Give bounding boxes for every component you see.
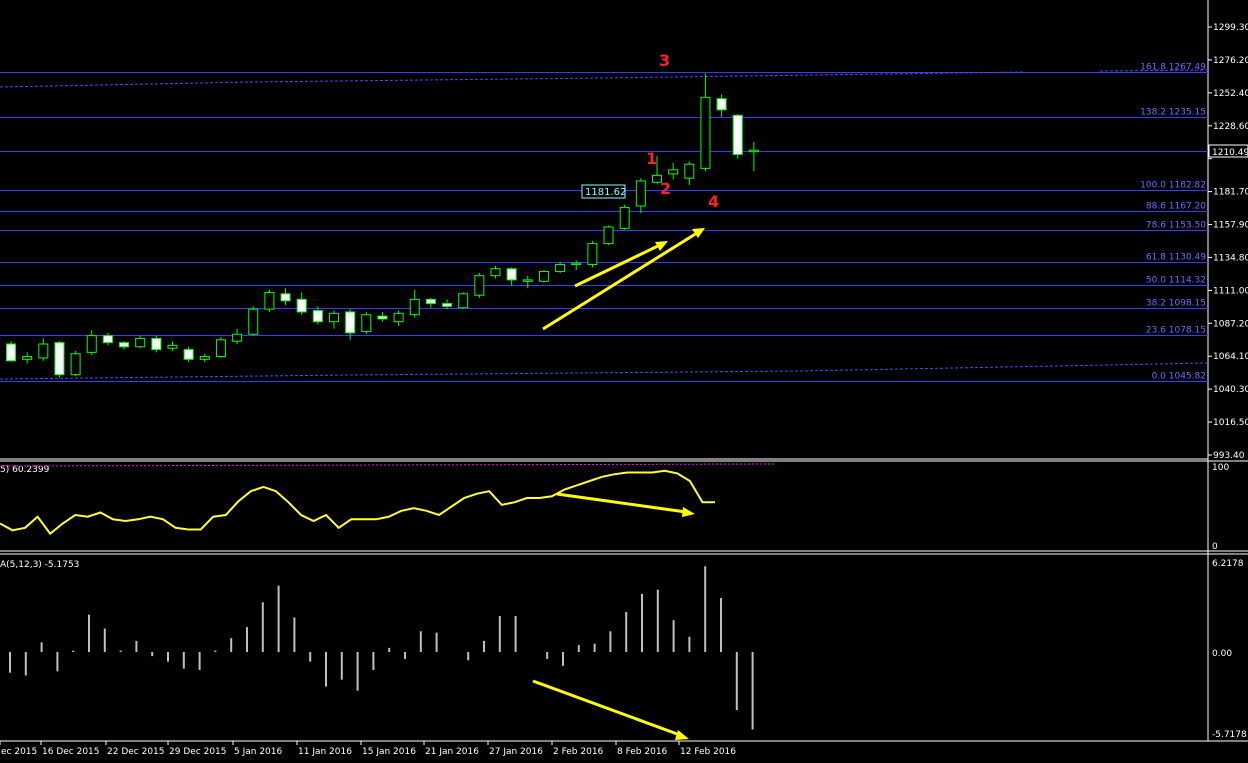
candle-body xyxy=(6,343,16,362)
candle-body xyxy=(377,315,388,320)
price-tag-label: 1181.62 xyxy=(585,187,626,198)
candle-body xyxy=(215,339,226,358)
candle-body xyxy=(22,356,33,360)
candle-body xyxy=(619,206,630,229)
candle-body xyxy=(684,163,695,179)
wave-label-2: 2 xyxy=(660,179,671,198)
histogram-header: A(5,12,3) -5.1753 xyxy=(0,560,79,570)
wave-label-4: 4 xyxy=(708,192,719,211)
fib-level-label: 0.0 1045.82 xyxy=(1152,372,1206,382)
time-axis-label: 2 Feb 2016 xyxy=(553,747,604,757)
price-axis-label: 1157.90 xyxy=(1213,221,1248,231)
candle-body xyxy=(102,335,113,344)
histogram-axis-top: 6.2178 xyxy=(1212,559,1244,569)
fib-level-label: 78.6 1153.50 xyxy=(1146,221,1206,231)
candle-body xyxy=(167,344,178,349)
current-price-label: 1210.49 xyxy=(1212,148,1248,158)
price-axis-label: 1064.10 xyxy=(1213,352,1248,362)
candle-body xyxy=(280,293,291,302)
candle-body xyxy=(345,311,356,334)
candle-body xyxy=(635,180,646,207)
wave-label-3: 3 xyxy=(659,51,670,70)
time-axis-label: 5 Jan 2016 xyxy=(234,747,282,757)
candle-body xyxy=(264,291,275,310)
rsi-axis-top: 100 xyxy=(1212,463,1229,473)
candle-body xyxy=(506,268,517,281)
candle-body xyxy=(716,98,727,111)
candle-body xyxy=(458,293,469,309)
wave-label-1: 1 xyxy=(646,149,657,168)
price-axis-label: 993.40 xyxy=(1213,451,1245,461)
price-axis-label: 1276.20 xyxy=(1213,56,1248,66)
candle-body xyxy=(490,268,501,277)
time-axis-label: 16 Dec 2015 xyxy=(42,747,100,757)
candle-body xyxy=(361,314,372,332)
time-axis-label: 21 Jan 2016 xyxy=(425,747,479,757)
candle-body xyxy=(668,169,679,175)
time-axis-label: 27 Jan 2016 xyxy=(489,747,543,757)
candle-body xyxy=(329,312,339,323)
time-axis-label: 22 Dec 2015 xyxy=(107,747,165,757)
candle-body xyxy=(603,226,614,245)
fib-level-label: 138.2 1235.15 xyxy=(1140,108,1206,118)
candle-body xyxy=(409,298,420,316)
candle-body xyxy=(248,308,259,335)
fib-level-label: 50.0 1114.32 xyxy=(1146,276,1206,286)
price-axis-label: 1181.70 xyxy=(1213,188,1248,198)
time-axis-label: 15 Jan 2016 xyxy=(362,747,416,757)
candle-body xyxy=(425,298,436,305)
time-axis-label: 12 Feb 2016 xyxy=(680,747,736,757)
trading-chart[interactable]: 161.8 1267.49138.2 1235.15100.0 1182.828… xyxy=(0,0,1248,763)
price-axis-label: 1252.40 xyxy=(1213,89,1248,99)
fib-level-label: 23.6 1078.15 xyxy=(1146,326,1206,336)
time-axis-label: 11 Jan 2016 xyxy=(298,747,352,757)
rsi-header: 5) 60.2399 xyxy=(0,465,50,475)
price-axis-label: 1228.60 xyxy=(1213,122,1248,132)
candle-body xyxy=(393,312,404,323)
candle-body xyxy=(538,271,549,282)
candle-body xyxy=(571,262,582,266)
histogram-axis-mid: 0.00 xyxy=(1212,649,1232,659)
price-axis-label: 1040.30 xyxy=(1213,385,1248,395)
time-axis-label: ec 2015 xyxy=(1,747,37,757)
time-axis-label: 29 Dec 2015 xyxy=(169,747,227,757)
candle-body xyxy=(296,298,307,313)
candle-body xyxy=(555,264,566,273)
candle-body xyxy=(86,335,97,353)
candle-body xyxy=(732,114,743,155)
price-axis-label: 1111.00 xyxy=(1213,286,1248,296)
candle-body xyxy=(135,337,146,348)
candle-body xyxy=(38,343,49,359)
candle-body xyxy=(183,349,194,360)
candle-body xyxy=(474,275,485,296)
price-axis-label: 1134.80 xyxy=(1213,253,1248,263)
price-axis-label: 1087.20 xyxy=(1213,319,1248,329)
candle-body xyxy=(522,279,533,282)
candle-body xyxy=(442,303,453,307)
time-axis-label: 8 Feb 2016 xyxy=(617,747,668,757)
candle-body xyxy=(199,356,210,360)
candle-body xyxy=(700,96,711,169)
candle-body xyxy=(312,310,323,323)
candle-body xyxy=(232,333,243,342)
rsi-axis-bottom: 0 xyxy=(1212,542,1218,552)
price-axis-label: 1016.50 xyxy=(1213,418,1248,428)
fib-level-label: 100.0 1182.82 xyxy=(1140,181,1206,191)
candle-body xyxy=(748,149,759,153)
candle-body xyxy=(54,342,65,376)
candle-body xyxy=(119,342,130,348)
fib-level-label: 38.2 1098.15 xyxy=(1146,299,1206,309)
histogram-axis-bottom: -5.7178 xyxy=(1212,730,1247,740)
fib-level-label: 88.6 1167.20 xyxy=(1146,202,1206,212)
candle-body xyxy=(70,353,81,376)
fib-level-label: 61.8 1130.49 xyxy=(1146,253,1206,263)
candle-body xyxy=(151,337,162,351)
candle-body xyxy=(587,243,598,266)
price-axis-label: 1299.30 xyxy=(1213,23,1248,33)
